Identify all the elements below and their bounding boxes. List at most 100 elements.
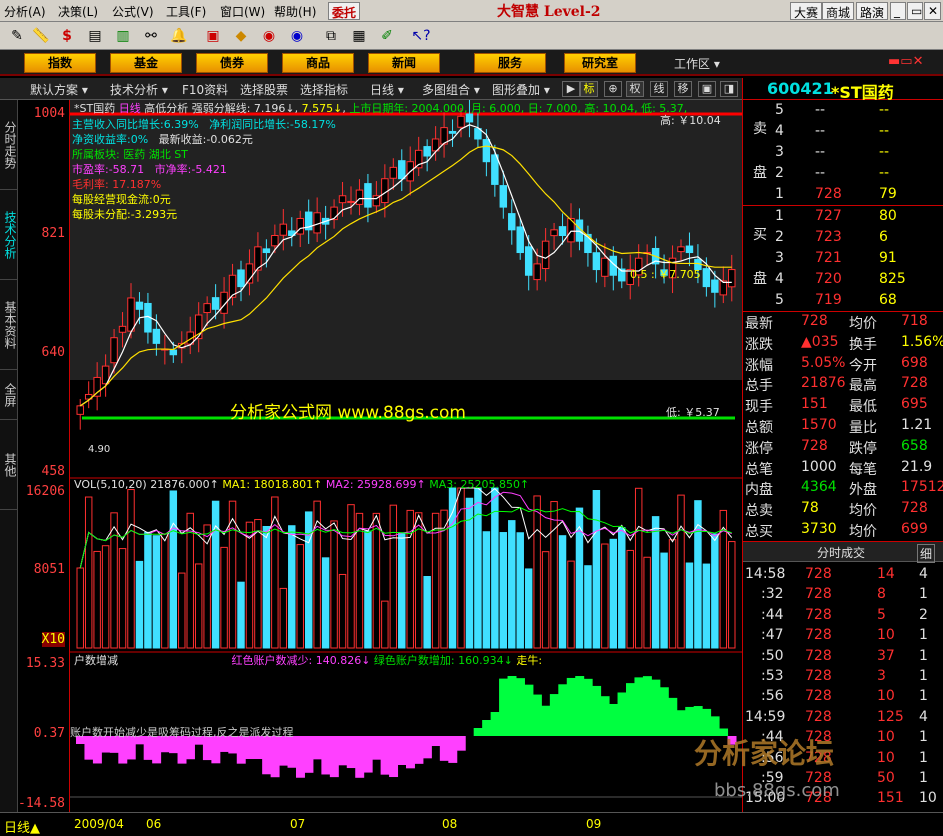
diamond-icon[interactable]: ◆ (230, 25, 252, 47)
date-tick: 08 (442, 817, 458, 831)
tick-time: 14:59 (745, 708, 786, 725)
pen-icon[interactable]: ✐ (376, 25, 398, 47)
play-icon[interactable]: ▶ (562, 81, 580, 97)
f10-button[interactable]: F10资料 (182, 81, 228, 98)
axis-tick-ind: -14.58 (18, 796, 65, 811)
period-indicator[interactable]: 日线▲ (4, 817, 40, 836)
indicator-bar (296, 736, 305, 778)
mall-button[interactable]: 商城 (822, 2, 855, 20)
candle (550, 229, 558, 237)
stat-label: 总买 (745, 524, 773, 540)
pencil-icon[interactable]: ✎ (6, 25, 28, 47)
colorbar-icon[interactable]: ▤ (84, 25, 106, 47)
rights-button[interactable]: 权 (626, 81, 644, 97)
nav-news[interactable]: 新闻 (368, 53, 440, 73)
tab-technical[interactable]: 技术分析 (0, 190, 18, 280)
maximize-button[interactable]: ▭ (907, 2, 923, 20)
multi-chart-dropdown[interactable]: 多图组合 ▾ (422, 81, 480, 98)
bell-icon[interactable]: 🔔 (168, 25, 190, 47)
indicator-bar (634, 677, 644, 736)
menu-help[interactable]: 帮助(H) (274, 3, 316, 20)
globe-blue-icon[interactable]: ◉ (286, 25, 308, 47)
volume-bar (364, 530, 372, 649)
report-icon[interactable]: ▣ (202, 25, 224, 47)
nav-research[interactable]: 研究室 (564, 53, 636, 73)
tick-time: :44 (761, 606, 784, 623)
copy-icon[interactable]: ⧉ (320, 25, 342, 47)
help-icon[interactable]: ↖? (410, 25, 432, 47)
select-stock-button[interactable]: 选择股票 (240, 81, 288, 98)
nav-index[interactable]: 指数 (24, 53, 96, 73)
forum-title: 分析家论坛 (694, 737, 835, 770)
nav-service[interactable]: 服务 (474, 53, 546, 73)
volume-bar (618, 527, 626, 649)
stat-label: 涨跌 (745, 336, 773, 353)
period-dropdown[interactable]: 日线 ▾ (370, 81, 404, 98)
window-icon[interactable]: ▦ (348, 25, 370, 47)
select-indicator-button[interactable]: 选择指标 (300, 81, 348, 98)
stat-label: 量比 (849, 420, 877, 436)
menu-analysis[interactable]: 分析(A) (4, 3, 46, 20)
indicator-bar (566, 677, 576, 736)
nav-commodity[interactable]: 商品 (282, 53, 354, 73)
dasai-button[interactable]: 大赛 (790, 2, 823, 20)
info-revenue: 主营收入同比增长:6.39% (72, 118, 199, 131)
candle (211, 297, 220, 310)
indicator-bar (414, 736, 424, 764)
tick-count: 4 (919, 708, 928, 725)
menu-decision[interactable]: 决策(L) (58, 3, 98, 20)
entrust-button[interactable]: 委托 (328, 2, 361, 20)
globe-red-icon[interactable]: ◉ (258, 25, 280, 47)
panel-toggle-icon[interactable]: ◨ (720, 81, 738, 97)
layout-icon[interactable]: ▣ (698, 81, 716, 97)
crosshair-icon[interactable]: ⊕ (604, 81, 622, 97)
volume-bar (550, 501, 558, 649)
move-button[interactable]: 移 (674, 81, 692, 97)
indicator-bar (346, 736, 356, 769)
bars-icon[interactable]: ▥ (112, 25, 134, 47)
nav-bond[interactable]: 债券 (196, 53, 268, 73)
tab-fullscreen[interactable]: 全屏 (0, 370, 18, 420)
vol-value: 21876.000↑ (150, 478, 219, 491)
menu-formula[interactable]: 公式(V) (112, 3, 154, 20)
volume-bar (474, 487, 482, 649)
stat-label: 内盘 (745, 482, 773, 499)
volume-bar (118, 548, 127, 649)
ruler-icon[interactable]: 📏 (30, 25, 52, 47)
indicator-bar (583, 678, 593, 736)
overlay-dropdown[interactable]: 图形叠加 ▾ (492, 81, 550, 98)
tab-intraday[interactable]: 分时走势 (0, 100, 18, 190)
stat-label: 均价 (849, 503, 877, 520)
volume-bar (533, 495, 541, 649)
scheme-dropdown[interactable]: 默认方案 ▾ (30, 81, 88, 98)
volume-bar (347, 504, 355, 649)
close-button[interactable]: ✕ (924, 2, 941, 20)
workspace-dropdown[interactable]: 工作区 ▾ (674, 55, 720, 72)
mark-button[interactable]: 标 (580, 81, 598, 97)
candle (127, 297, 135, 332)
stat-value: 658 (901, 437, 928, 454)
nav-fund[interactable]: 基金 (110, 53, 182, 73)
window-controls[interactable]: ▬▭✕ (888, 54, 923, 69)
kline-chart[interactable]: *ST国药 日线 高低分析 强弱分解线: 7.196↓, 7.575↓, 上市日… (70, 99, 742, 812)
stock-name: *ST国药 (74, 102, 116, 115)
line-button[interactable]: 线 (650, 81, 668, 97)
menu-window[interactable]: 窗口(W) (220, 3, 265, 20)
candle (491, 154, 499, 185)
tab-fundamental[interactable]: 基本资料 (0, 280, 18, 370)
date-tick: 2009/04 (74, 817, 124, 831)
volume-bar (254, 519, 262, 649)
minimize-button[interactable]: _ (890, 2, 906, 20)
menu-tools[interactable]: 工具(F) (166, 3, 206, 20)
volume-bar (634, 487, 643, 649)
volume-bar (84, 496, 93, 649)
volume-bar (702, 563, 711, 649)
tick-volume: 8 (877, 586, 886, 603)
tab-other[interactable]: 其他 (0, 420, 18, 510)
roadshow-button[interactable]: 路演 (856, 2, 889, 20)
menu-bar: 分析(A) 决策(L) 公式(V) 工具(F) 窗口(W) 帮助(H) 委托 大… (0, 0, 943, 22)
dollar-icon[interactable]: $ (56, 25, 78, 47)
ticks-detail-button[interactable]: 细 (917, 544, 936, 563)
tech-dropdown[interactable]: 技术分析 ▾ (110, 81, 168, 98)
binoculars-icon[interactable]: ⚯ (140, 25, 162, 47)
